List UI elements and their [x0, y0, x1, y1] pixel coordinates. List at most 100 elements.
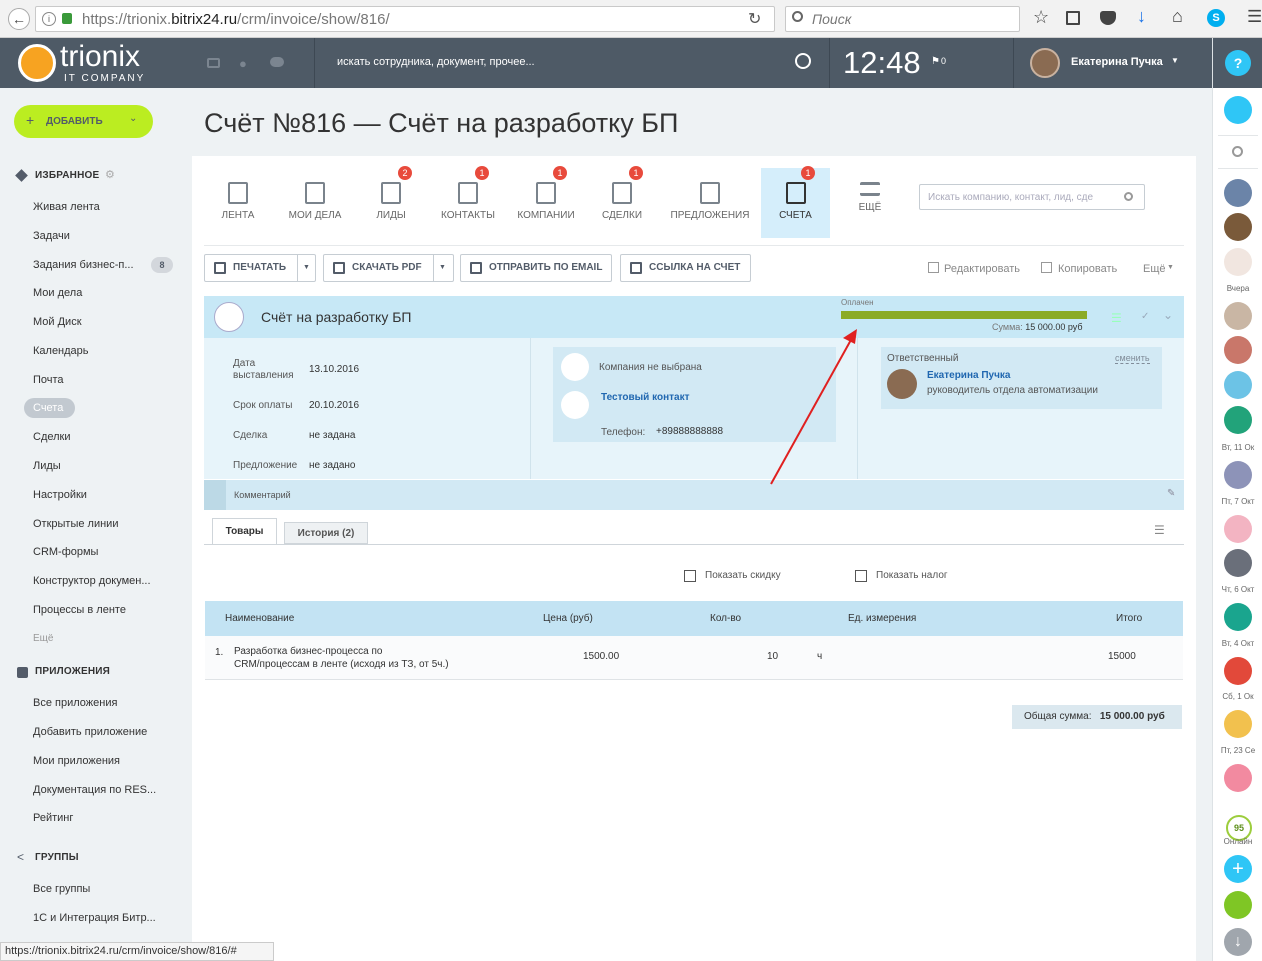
chevron-down-icon[interactable]: ▼: [1171, 56, 1179, 65]
show-discount-label[interactable]: Показать скидку: [705, 570, 781, 581]
contact-avatar[interactable]: [1224, 549, 1252, 577]
date-value[interactable]: 13.10.2016: [309, 364, 359, 375]
url-bar[interactable]: i https://trionix.bitrix24.ru/crm/invoic…: [35, 6, 775, 32]
chat-icon[interactable]: [207, 58, 220, 68]
bell-icon[interactable]: ●: [239, 56, 247, 71]
menu-item-settings[interactable]: Настройки: [33, 489, 87, 501]
star-icon[interactable]: ☆: [1033, 7, 1049, 28]
contact-avatar[interactable]: [1224, 302, 1252, 330]
tab-my-activities[interactable]: МОИ ДЕЛА: [277, 168, 353, 238]
contact-avatar[interactable]: [1224, 179, 1252, 207]
phone-value[interactable]: +89888888888: [656, 426, 723, 437]
menu-item-open-lines[interactable]: Открытые линии: [33, 518, 118, 530]
menu-item-leads[interactable]: Лиды: [33, 460, 61, 472]
lock-icon[interactable]: [1224, 764, 1252, 792]
flag-icon[interactable]: ⚑: [931, 56, 940, 67]
comment-row[interactable]: Комментарий ✎: [204, 480, 1184, 510]
menu-item-feed[interactable]: Живая лента: [33, 201, 100, 213]
back-icon[interactable]: ←: [8, 8, 30, 30]
browser-search[interactable]: Поиск: [785, 6, 1020, 32]
change-link[interactable]: сменить: [1115, 353, 1150, 364]
show-discount-checkbox[interactable]: [684, 570, 696, 582]
contact-avatar[interactable]: [1224, 213, 1252, 241]
menu-item-add-app[interactable]: Добавить приложение: [33, 726, 147, 738]
menu-item-calendar[interactable]: Календарь: [33, 345, 89, 357]
chevron-down-icon[interactable]: ⌄: [1163, 308, 1173, 322]
menu-item-doc-constructor[interactable]: Конструктор докумен...: [33, 575, 151, 587]
menu-item-group-1c[interactable]: 1С и Интеграция Битр...: [33, 912, 156, 924]
menu-item-my-apps[interactable]: Мои приложения: [33, 755, 120, 767]
menu-item-processes[interactable]: Процессы в ленте: [33, 604, 126, 616]
menu-item-deals[interactable]: Сделки: [33, 431, 71, 443]
show-tax-checkbox[interactable]: [855, 570, 867, 582]
menu-item-tasks[interactable]: Задачи: [33, 230, 70, 242]
download-pdf-button[interactable]: СКАЧАТЬ PDF ▼: [323, 254, 454, 282]
menu-item-all-apps[interactable]: Все приложения: [33, 697, 117, 709]
download-icon[interactable]: ↓: [1137, 6, 1146, 27]
logo[interactable]: trionix IT COMPANY: [18, 40, 158, 86]
list-settings-icon[interactable]: ☰: [1154, 523, 1165, 537]
tab-offers[interactable]: ПРЕДЛОЖЕНИЯ: [660, 168, 760, 238]
tab-companies[interactable]: 1 КОМПАНИИ: [508, 166, 584, 238]
print-button[interactable]: ПЕЧАТАТЬ ▼: [204, 254, 316, 282]
add-icon[interactable]: +: [1224, 855, 1252, 883]
avatar[interactable]: [1030, 48, 1060, 78]
skype-icon[interactable]: S: [1207, 9, 1225, 27]
tab-more[interactable]: ЕЩЁ: [832, 168, 908, 238]
tab-history[interactable]: История (2): [284, 522, 368, 544]
gear-icon[interactable]: ⚙: [105, 168, 115, 181]
send-email-button[interactable]: ОТПРАВИТЬ ПО EMAIL: [460, 254, 612, 282]
menu-item-mail[interactable]: Почта: [33, 374, 64, 386]
menu-item-more[interactable]: Ещё: [33, 633, 53, 644]
reload-icon[interactable]: ↻: [748, 9, 761, 29]
copy-icon[interactable]: [1041, 262, 1052, 273]
help-button[interactable]: ?: [1225, 50, 1251, 76]
edit-icon[interactable]: [928, 262, 939, 273]
menu-item-rest-docs[interactable]: Документация по RES...: [33, 784, 156, 796]
list-icon[interactable]: ☰: [1111, 311, 1122, 325]
tab-contacts[interactable]: 1 КОНТАКТЫ: [430, 166, 506, 238]
menu-icon[interactable]: ☰: [1247, 7, 1262, 27]
user-name[interactable]: Екатерина Пучка: [1071, 56, 1163, 68]
menu-item-crm-forms[interactable]: CRM-формы: [33, 546, 98, 558]
chevron-down-icon[interactable]: ▼: [439, 255, 446, 281]
phone-icon[interactable]: [1224, 891, 1252, 919]
contact-avatar[interactable]: [1224, 248, 1252, 276]
lock-icon[interactable]: [1224, 371, 1252, 399]
edit-link[interactable]: Редактировать: [944, 263, 1020, 275]
company-value[interactable]: Компания не выбрана: [599, 362, 702, 373]
avatar[interactable]: [887, 369, 917, 399]
copy-link[interactable]: Копировать: [1058, 263, 1117, 275]
pencil-icon[interactable]: ✎: [1167, 488, 1175, 499]
tab-feed[interactable]: ЛЕНТА: [200, 168, 276, 238]
crm-search-input[interactable]: Искать компанию, контакт, лид, сде: [919, 184, 1145, 210]
chevron-down-icon[interactable]: ▼: [1167, 264, 1174, 271]
menu-item-invoices[interactable]: Счета: [24, 398, 75, 418]
info-icon[interactable]: i: [42, 12, 56, 26]
offer-value[interactable]: не задано: [309, 460, 356, 471]
notifications-icon[interactable]: [1224, 96, 1252, 124]
contact-avatar[interactable]: [1224, 710, 1252, 738]
table-row[interactable]: 1. Разработка бизнес-процесса по CRM/про…: [205, 636, 1183, 680]
menu-item-my-activities[interactable]: Мои дела: [33, 287, 82, 299]
cloud-icon[interactable]: [270, 57, 284, 67]
phone-icon[interactable]: [1224, 603, 1252, 631]
chevron-down-icon[interactable]: ▼: [303, 255, 310, 281]
add-button[interactable]: + ДОБАВИТЬ ⌄: [14, 105, 153, 138]
invoice-link-button[interactable]: ССЫЛКА НА СЧЕТ: [620, 254, 751, 282]
status-progress[interactable]: [841, 311, 1087, 319]
tab-invoices[interactable]: 1 СЧЕТА: [761, 166, 830, 238]
menu-item-bp-tasks[interactable]: Задания бизнес-п...: [33, 259, 134, 271]
responsible-name[interactable]: Екатерина Пучка: [927, 370, 1010, 381]
show-tax-label[interactable]: Показать налог: [876, 570, 948, 581]
pocket-icon[interactable]: [1100, 11, 1116, 25]
pin-icon[interactable]: ✓: [1141, 311, 1149, 322]
tab-deals[interactable]: 1 СДЕЛКИ: [584, 166, 660, 238]
menu-item-rating[interactable]: Рейтинг: [33, 812, 73, 824]
home-icon[interactable]: ⌂: [1172, 6, 1183, 27]
download-icon[interactable]: ↓: [1224, 928, 1252, 956]
clock[interactable]: 12:48: [843, 45, 921, 81]
tab-leads[interactable]: 2 ЛИДЫ: [353, 166, 429, 238]
lock-icon[interactable]: [1224, 657, 1252, 685]
global-search-input[interactable]: искать сотрудника, документ, прочее...: [337, 56, 767, 68]
